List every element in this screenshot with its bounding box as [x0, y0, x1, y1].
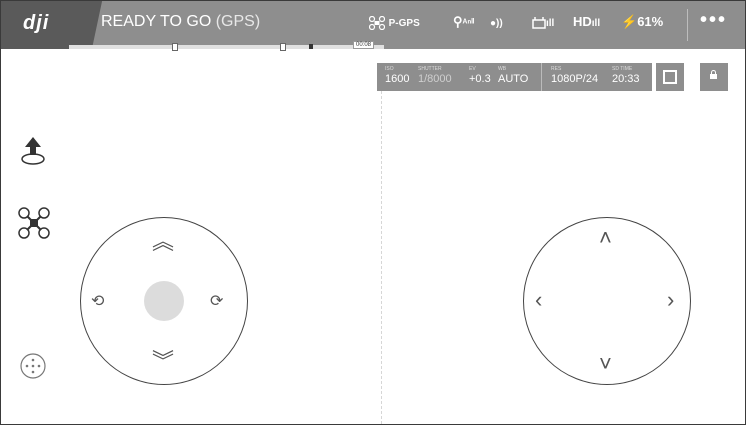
resolution-value: 1080P/24: [551, 73, 599, 85]
wb-value: AUTO: [498, 73, 529, 85]
intelligent-flight-button[interactable]: [19, 352, 47, 385]
ev-value: +0.3: [469, 73, 491, 85]
aircraft-status-button[interactable]: [17, 206, 51, 245]
more-options-button[interactable]: •••: [700, 9, 727, 32]
flight-mode[interactable]: P-GPS: [368, 14, 420, 30]
drone-icon: [18, 207, 50, 239]
camera-panel-divider: [541, 63, 542, 91]
gps-signal[interactable]: ⚲ᴬⁿˡˡ: [453, 14, 474, 30]
battery-level-bar: [69, 43, 384, 51]
sd-time-value: 20:33: [612, 73, 640, 85]
flight-status-gps: (GPS): [215, 13, 261, 30]
ev-setting: EV +0.3: [469, 66, 491, 85]
wb-setting: WB AUTO: [498, 66, 528, 85]
rc-signal[interactable]: ıll: [532, 14, 554, 29]
wb-label: WB: [498, 66, 507, 72]
square-icon: [663, 70, 677, 84]
dpad-icon: [20, 353, 46, 379]
ev-label: EV: [469, 66, 476, 72]
app-frame: dji READY TO GO (GPS) P-GPS ⚲ᴬⁿˡˡ ●)) ıl…: [0, 0, 746, 425]
sd-time-label: SD TIME: [612, 66, 633, 72]
right-arrow-icon[interactable]: ›: [667, 289, 674, 311]
bar-marker-current: [309, 44, 313, 49]
left-arrow-icon[interactable]: ‹: [535, 289, 542, 311]
gps-signal-bars: ᴬⁿˡˡ: [462, 18, 475, 29]
aircraft-icon: [368, 15, 386, 30]
shutter-label: SHUTTER: [418, 66, 442, 72]
resolution-label: RES: [551, 66, 562, 72]
lock-icon: [710, 70, 717, 79]
left-joystick-knob[interactable]: [144, 281, 184, 321]
rotate-left-icon[interactable]: ⟲: [91, 291, 104, 311]
shutter-value: 1/8000: [418, 73, 452, 85]
flight-mode-label: P-GPS: [388, 18, 420, 29]
ascend-arrow-icon[interactable]: ︽: [152, 231, 174, 253]
flight-status-text: READY TO GO: [101, 13, 212, 30]
iso-value: 1600: [385, 73, 410, 85]
sd-time-setting: SD TIME 20:33: [612, 66, 640, 85]
camera-mode-button[interactable]: [656, 63, 684, 91]
vision-icon: ●)): [490, 18, 503, 29]
battery-icon: ⚡: [621, 14, 638, 29]
battery-status[interactable]: ⚡61%: [621, 14, 663, 30]
lock-button[interactable]: [700, 63, 728, 91]
rotate-right-icon[interactable]: ⟳: [210, 291, 223, 311]
camera-settings-panel[interactable]: ISO 1600 SHUTTER 1/8000 EV +0.3 WB AUTO …: [377, 63, 652, 91]
shutter-setting: SHUTTER 1/8000: [418, 66, 452, 85]
takeoff-button[interactable]: [19, 135, 47, 172]
flight-status[interactable]: READY TO GO (GPS): [101, 13, 260, 31]
iso-label: ISO: [385, 66, 394, 72]
topbar-divider: [687, 9, 688, 41]
battery-percent: 61%: [637, 14, 664, 29]
bar-marker: [280, 43, 286, 51]
rc-signal-bars: ıll: [546, 18, 555, 29]
takeoff-icon: [21, 137, 45, 165]
backward-arrow-icon[interactable]: ˅: [599, 353, 612, 375]
hd-signal[interactable]: HDıll: [573, 14, 600, 29]
top-status-bar: dji READY TO GO (GPS) P-GPS ⚲ᴬⁿˡˡ ●)) ıl…: [1, 1, 745, 51]
hd-label: HD: [573, 14, 592, 29]
satellite-icon: ⚲: [453, 14, 463, 29]
center-divider: [381, 91, 382, 424]
iso-setting: ISO 1600: [385, 66, 409, 85]
safe-time-label: 00:08: [353, 41, 375, 49]
hd-signal-bars: ıll: [591, 18, 601, 29]
resolution-setting: RES 1080P/24: [551, 66, 598, 85]
descend-arrow-icon[interactable]: ︾: [152, 351, 174, 373]
vision-signal[interactable]: ●)): [490, 14, 503, 29]
remote-controller-icon: [532, 16, 546, 29]
bar-marker: [172, 43, 178, 51]
dji-logo: dji: [23, 12, 50, 34]
forward-arrow-icon[interactable]: ˄: [599, 227, 612, 249]
